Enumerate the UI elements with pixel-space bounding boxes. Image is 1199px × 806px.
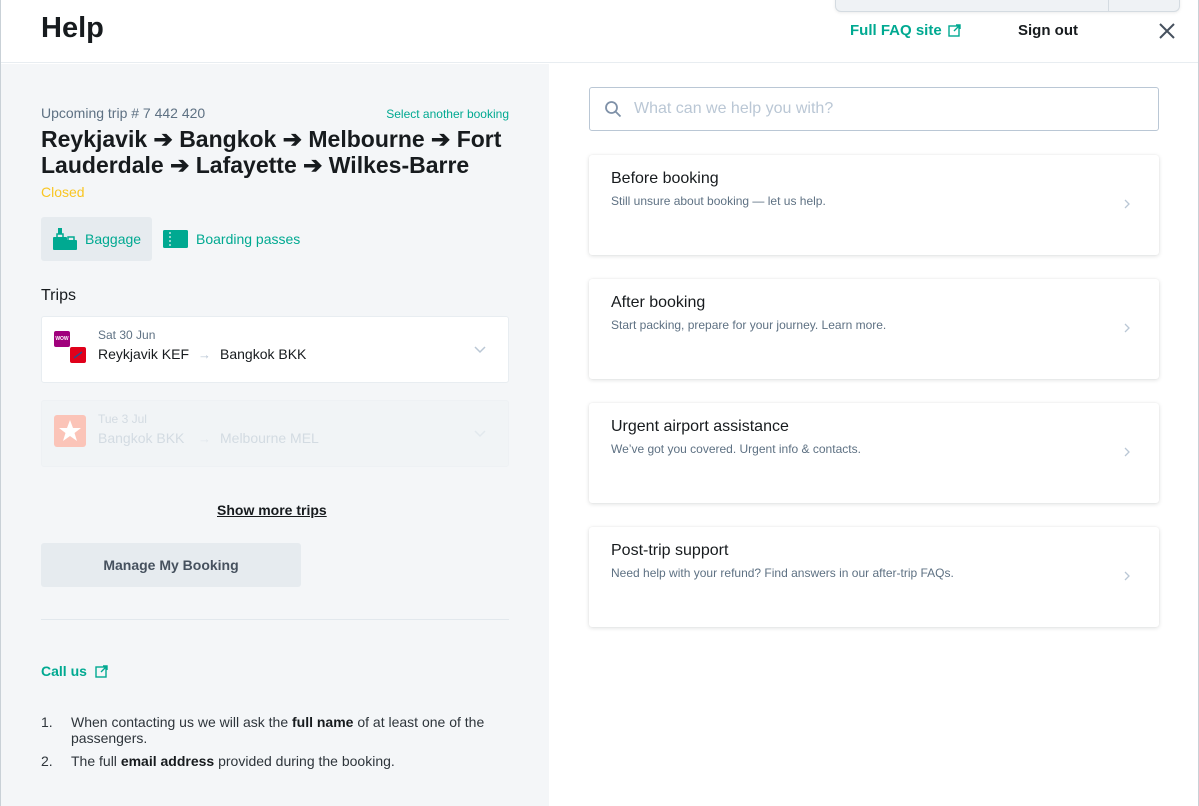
- trip-origin: Bangkok BKK: [98, 430, 185, 446]
- requirement-text-pre: The full: [71, 753, 121, 769]
- baggage-button[interactable]: Baggage: [41, 217, 152, 261]
- chevron-right-icon: [1124, 323, 1130, 333]
- trip-origin: Reykjavik KEF: [98, 346, 190, 362]
- external-link-icon: [947, 24, 961, 37]
- trip-arrow: →: [198, 431, 211, 446]
- topic-description: We’ve got you covered. Urgent info & con…: [611, 442, 861, 456]
- trip-card[interactable]: Tue 3 Jul Bangkok BKK → Melbourne MEL: [41, 400, 509, 467]
- airline-logo-star: [54, 415, 86, 447]
- chevron-down-icon[interactable]: [474, 343, 486, 355]
- topic-after-booking[interactable]: After booking Start packing, prepare for…: [589, 279, 1159, 379]
- chevron-right-icon: [1124, 199, 1130, 209]
- booking-status: Closed: [41, 184, 85, 200]
- topic-title: After booking: [611, 294, 706, 311]
- manage-booking-button[interactable]: Manage My Booking: [41, 543, 301, 587]
- booking-route: Reykjavik ➔ Bangkok ➔ Melbourne ➔ Fort L…: [41, 126, 502, 178]
- contact-requirement-item: 2. The full email address provided durin…: [41, 753, 511, 769]
- contact-requirements-list: 1. When contacting us we will ask the fu…: [41, 714, 511, 776]
- requirement-text-bold: full name: [292, 714, 354, 730]
- trip-destination: Melbourne MEL: [220, 430, 319, 446]
- external-link-icon: [95, 664, 108, 678]
- top-tab-strip: [835, 0, 1180, 12]
- topic-post-trip-support[interactable]: Post-trip support Need help with your re…: [589, 527, 1159, 627]
- trip-destination: Bangkok BKK: [220, 346, 307, 362]
- star-icon: [59, 420, 81, 441]
- requirement-text-bold: email address: [120, 753, 215, 769]
- topic-urgent-airport-assistance[interactable]: Urgent airport assistance We’ve got you …: [589, 403, 1159, 503]
- boarding-passes-label: Boarding passes: [196, 231, 301, 247]
- call-us-link[interactable]: Call us: [41, 663, 108, 679]
- section-divider: [41, 619, 509, 620]
- contact-requirement-item: 1. When contacting us we will ask the fu…: [41, 714, 511, 746]
- trips-heading: Trips: [41, 287, 76, 304]
- chevron-down-icon[interactable]: [474, 427, 486, 439]
- trip-arrow: →: [198, 347, 211, 362]
- close-icon[interactable]: [1157, 21, 1177, 41]
- topic-description: Need help with your refund? Find answers…: [611, 566, 954, 580]
- select-another-booking-link[interactable]: Select another booking: [386, 107, 509, 121]
- full-faq-label: Full FAQ site: [850, 22, 942, 39]
- topic-description: Still unsure about booking — let us help…: [611, 194, 826, 208]
- topic-title: Urgent airport assistance: [611, 418, 789, 435]
- requirement-text-pre: When contacting us we will ask the: [71, 714, 292, 730]
- full-faq-link[interactable]: Full FAQ site: [850, 22, 961, 39]
- baggage-label: Baggage: [85, 231, 142, 247]
- topic-title: Before booking: [611, 170, 719, 187]
- list-number: 2.: [41, 753, 53, 769]
- search-icon: [605, 101, 622, 118]
- top-tab-separator: [1108, 0, 1109, 11]
- topic-before-booking[interactable]: Before booking Still unsure about bookin…: [589, 155, 1159, 255]
- trip-number: Upcoming trip # 7 442 420: [41, 105, 206, 121]
- airline-logo-wow: WOW: [54, 331, 70, 347]
- trip-date: Sat 30 Jun: [98, 328, 156, 342]
- window-border-left: [0, 0, 1, 806]
- sign-out-button[interactable]: Sign out: [1018, 22, 1078, 39]
- topic-title: Post-trip support: [611, 542, 729, 559]
- list-number: 1.: [41, 714, 53, 730]
- help-search-box[interactable]: [589, 87, 1159, 131]
- requirement-text-post: provided during the booking.: [214, 753, 395, 769]
- boarding-pass-icon: [163, 230, 188, 248]
- chevron-right-icon: [1124, 447, 1130, 457]
- booking-panel: Upcoming trip # 7 442 420 Select another…: [0, 64, 549, 806]
- page-title: Help: [41, 12, 104, 44]
- airline-logo-secondary: [70, 347, 86, 363]
- boarding-passes-button[interactable]: Boarding passes: [163, 217, 300, 261]
- call-us-label: Call us: [41, 663, 87, 679]
- baggage-icon: [53, 228, 77, 250]
- trip-card[interactable]: WOW Sat 30 Jun Reykjavik KEF → Bangkok B…: [41, 316, 509, 383]
- topic-description: Start packing, prepare for your journey.…: [611, 318, 887, 332]
- trip-date: Tue 3 Jul: [98, 412, 147, 426]
- chevron-right-icon: [1124, 571, 1130, 581]
- show-more-trips-link[interactable]: Show more trips: [217, 502, 327, 518]
- help-search-input[interactable]: [634, 88, 1144, 130]
- help-header: Help Full FAQ site Sign out: [0, 0, 1199, 63]
- plane-icon: [73, 351, 83, 359]
